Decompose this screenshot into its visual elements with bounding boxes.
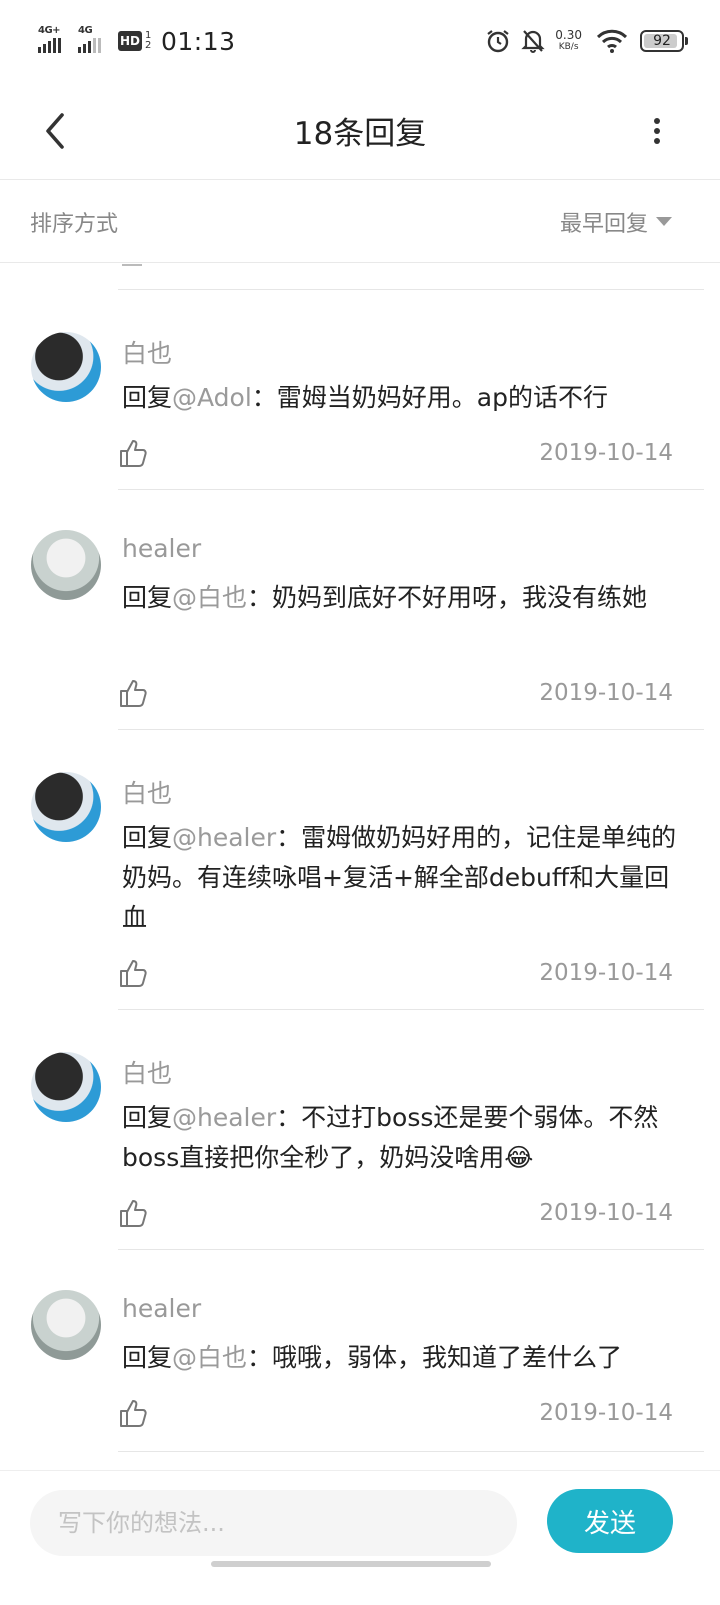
reply-item: 白也 回复@healer：不过打boss还是要个弱体。不然boss直接把你全秒了… — [0, 1010, 720, 1250]
hd-sim-indicator: 1 2 — [145, 30, 152, 51]
home-indicator[interactable] — [211, 1561, 491, 1567]
reply-prefix: 回复 — [122, 1343, 173, 1372]
previous-reply-partial — [0, 264, 720, 290]
reply-mention[interactable]: @healer — [172, 1103, 276, 1132]
thumbs-up-icon — [120, 680, 147, 707]
reply-text: 回复@Adol：雷姆当奶妈好用。ap的话不行 — [122, 378, 682, 418]
reply-prefix: 回复 — [122, 383, 173, 412]
reply-item: 白也 回复@healer：雷姆做奶妈好用的，记住是单纯的奶妈。有连续咏唱+复活+… — [0, 730, 720, 1010]
reply-item: healer 回复@白也：奶妈到底好不好用呀，我没有练她 2019-10-14 — [0, 490, 720, 730]
avatar[interactable] — [31, 1052, 101, 1122]
battery-icon: 92 — [640, 30, 688, 52]
thumbs-up-icon — [120, 1200, 147, 1227]
reply-text: 回复@healer：雷姆做奶妈好用的，记住是单纯的奶妈。有连续咏唱+复活+解全部… — [122, 818, 682, 938]
reply-date: 2019-10-14 — [539, 680, 673, 706]
bell-off-icon — [521, 28, 545, 54]
status-bar: 4G+ 4G HD 1 2 01:13 0.30 KB/s 92 — [0, 0, 720, 82]
header: 18条回复 — [0, 82, 720, 180]
reply-author[interactable]: 白也 — [122, 1054, 172, 1090]
partial-like-icon — [122, 264, 142, 266]
divider — [118, 1451, 704, 1452]
reply-author[interactable]: 白也 — [122, 774, 172, 810]
reply-date: 2019-10-14 — [539, 440, 673, 466]
network-speed: 0.30 KB/s — [555, 29, 582, 53]
avatar[interactable] — [31, 332, 101, 402]
network-speed-unit: KB/s — [558, 42, 579, 52]
back-arrow-icon — [46, 113, 64, 149]
signal-icon: 4G+ — [38, 25, 72, 53]
network-type-2: 4G — [78, 25, 93, 36]
reply-item: 白也 回复@Adol：雷姆当奶妈好用。ap的话不行 2019-10-14 — [0, 290, 720, 490]
like-button[interactable] — [118, 958, 148, 988]
reply-author[interactable]: healer — [122, 534, 201, 563]
reply-text: 回复@白也：奶妈到底好不好用呀，我没有练她 — [122, 578, 682, 618]
composer-bar: 发送 — [0, 1470, 720, 1605]
sort-value: 最早回复 — [559, 211, 648, 237]
more-vertical-icon — [654, 118, 660, 144]
reply-text: 回复@白也：哦哦，弱体，我知道了差什么了 — [122, 1338, 682, 1378]
avatar[interactable] — [31, 530, 101, 600]
avatar[interactable] — [31, 772, 101, 842]
thumbs-up-icon — [120, 1400, 147, 1427]
status-left: 4G+ 4G HD 1 2 01:13 — [38, 25, 236, 56]
like-button[interactable] — [118, 678, 148, 708]
status-right: 0.30 KB/s 92 — [475, 28, 688, 54]
avatar[interactable] — [31, 1290, 101, 1360]
reply-content: ：哦哦，弱体，我知道了差什么了 — [247, 1343, 623, 1372]
reply-prefix: 回复 — [122, 823, 173, 852]
alarm-icon — [485, 28, 511, 54]
sort-bar: 排序方式 最早回复 — [0, 181, 720, 263]
sort-dropdown[interactable]: 最早回复 — [560, 206, 672, 238]
reply-input[interactable] — [30, 1490, 517, 1556]
reply-mention[interactable]: @Adol — [172, 383, 252, 412]
reply-prefix: 回复 — [122, 583, 173, 612]
reply-prefix: 回复 — [122, 1103, 173, 1132]
thumbs-up-icon — [120, 960, 147, 987]
send-button[interactable]: 发送 — [547, 1489, 673, 1553]
caret-down-icon — [656, 217, 672, 226]
reply-content: ：雷姆当奶妈好用。ap的话不行 — [251, 383, 608, 412]
reply-text: 回复@healer：不过打boss还是要个弱体。不然boss直接把你全秒了，奶妈… — [122, 1098, 682, 1178]
like-button[interactable] — [118, 438, 148, 468]
screen: 4G+ 4G HD 1 2 01:13 0.30 KB/s 92 18条回复 排… — [0, 0, 720, 1605]
like-button[interactable] — [118, 1198, 148, 1228]
reply-mention[interactable]: @白也 — [172, 1343, 247, 1372]
reply-author[interactable]: 白也 — [122, 334, 172, 370]
network-type-1: 4G+ — [38, 25, 61, 36]
reply-author[interactable]: healer — [122, 1294, 201, 1323]
clock: 01:13 — [161, 26, 236, 56]
reply-item: healer 回复@白也：哦哦，弱体，我知道了差什么了 2019-10-14 — [0, 1250, 720, 1452]
hd-voice-icon: HD — [118, 31, 142, 51]
reply-date: 2019-10-14 — [539, 1200, 673, 1226]
back-button[interactable] — [30, 106, 80, 156]
thumbs-up-icon — [120, 440, 147, 467]
page-title: 18条回复 — [293, 116, 427, 152]
more-button[interactable] — [642, 106, 672, 156]
like-button[interactable] — [118, 1398, 148, 1428]
reply-list[interactable]: 白也 回复@Adol：雷姆当奶妈好用。ap的话不行 2019-10-14 hea… — [0, 264, 720, 1470]
reply-content: ：奶妈到底好不好用呀，我没有练她 — [247, 583, 648, 612]
reply-mention[interactable]: @healer — [172, 823, 276, 852]
reply-mention[interactable]: @白也 — [172, 583, 247, 612]
battery-level: 92 — [653, 33, 671, 49]
signal-icon-2: 4G — [78, 25, 112, 53]
network-speed-value: 0.30 — [555, 28, 582, 42]
wifi-icon — [596, 29, 628, 53]
reply-date: 2019-10-14 — [539, 1400, 673, 1426]
reply-date: 2019-10-14 — [539, 960, 673, 986]
sort-label: 排序方式 — [30, 211, 119, 237]
